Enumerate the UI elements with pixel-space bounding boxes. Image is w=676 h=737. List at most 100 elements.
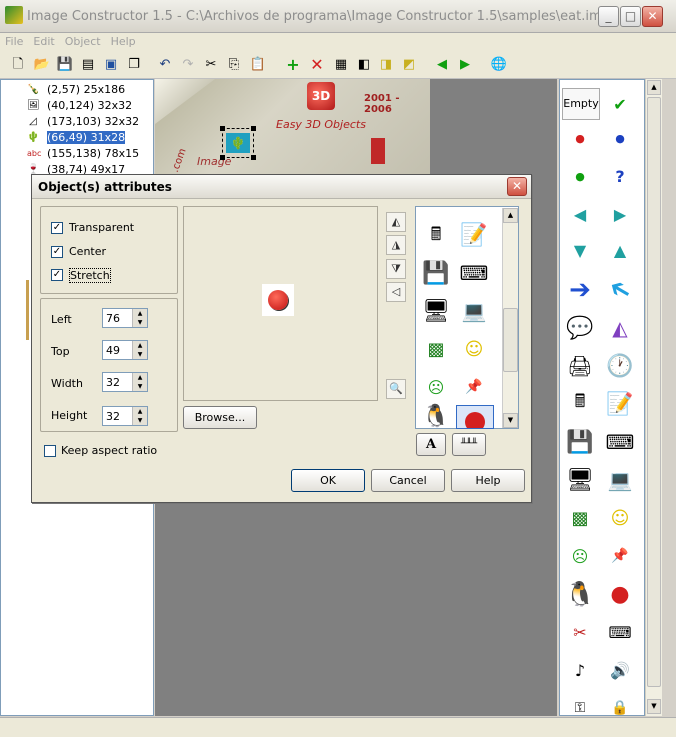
chip-icon[interactable]: ▩ [562, 500, 598, 536]
pin-icon[interactable]: 📌 [456, 369, 492, 405]
send-back-icon[interactable]: ◩ [399, 55, 419, 75]
prev-icon[interactable]: ◀ [432, 55, 452, 75]
menu-file[interactable]: File [0, 33, 28, 48]
small-keyboard-icon[interactable]: ⌨ [602, 614, 638, 650]
penguin-icon[interactable]: 🐧 [562, 576, 598, 612]
scroll-up-button[interactable]: ▲ [647, 80, 661, 95]
add-object-icon[interactable]: + [283, 55, 303, 75]
scroll-down-button[interactable]: ▼ [503, 413, 518, 428]
help-button[interactable]: Help [451, 469, 525, 492]
stepper-arrows[interactable]: ▲ ▼ [132, 309, 147, 327]
scroll-down-button[interactable]: ▼ [647, 699, 661, 714]
arrow-up-icon[interactable]: ▲ [602, 232, 638, 268]
maximize-button[interactable]: □ [620, 6, 641, 27]
properties-icon[interactable]: ▤ [78, 55, 98, 75]
keyboard-icon[interactable]: ⌨ [602, 424, 638, 460]
smiley-icon[interactable]: ☺ [602, 500, 638, 536]
check-icon[interactable]: ✔ [602, 86, 638, 122]
delete-object-icon[interactable]: ✕ [307, 55, 327, 75]
top-stepper[interactable]: 49 ▲ ▼ [102, 340, 148, 360]
help-bubble-icon[interactable]: 💬 [562, 310, 598, 346]
rotate-icon[interactable]: ◮ [386, 235, 406, 255]
height-stepper[interactable]: 32 ▲ ▼ [102, 406, 148, 426]
arrow-down-icon[interactable]: ▼ [562, 232, 598, 268]
red-dot-icon[interactable]: ● [562, 120, 598, 156]
transparent-checkbox[interactable]: ✓ [51, 222, 63, 234]
globe-icon[interactable]: 🌐 [489, 55, 509, 75]
selected-red-button[interactable] [456, 405, 494, 429]
calculator-icon[interactable]: 🖩 [562, 386, 598, 422]
scroll-thumb[interactable] [647, 97, 661, 687]
redo-icon[interactable]: ↷ [178, 55, 198, 75]
printer-icon[interactable]: 🖨 [562, 348, 598, 384]
note-icon[interactable]: 📝 [602, 386, 638, 422]
font-button[interactable]: A [416, 433, 446, 456]
cancel-button[interactable]: Cancel [371, 469, 445, 492]
dialog-palette-scrollbar[interactable]: ▲ ▼ [502, 208, 518, 428]
copy-image-icon[interactable]: ❐ [124, 55, 144, 75]
new-icon[interactable]: 🗋 [8, 55, 28, 75]
arrow-left-icon[interactable]: ◀ [562, 196, 598, 232]
tree-item[interactable]: ◿ (173,103) 32x32 [1, 114, 153, 130]
export-icon[interactable]: ▣ [101, 55, 121, 75]
next-icon[interactable]: ▶ [455, 55, 475, 75]
open-icon[interactable]: 📂 [32, 55, 52, 75]
list-icon[interactable]: ▦ [331, 55, 351, 75]
keep-aspect-checkbox[interactable] [44, 445, 56, 457]
shapes-icon[interactable]: ◭ [602, 310, 638, 346]
question-icon[interactable]: ? [602, 158, 638, 194]
computer-icon[interactable]: 🖥 [562, 462, 598, 498]
flip-vertical-icon[interactable]: ◁ [386, 282, 406, 302]
floppy-icon[interactable]: 💾 [418, 255, 454, 291]
menu-object[interactable]: Object [60, 33, 106, 48]
width-stepper[interactable]: 32 ▲ ▼ [102, 372, 148, 392]
stepper-arrows[interactable]: ▲ ▼ [132, 407, 147, 425]
tree-item[interactable]: abc (155,138) 78x15 [1, 146, 153, 162]
smiley-icon[interactable]: ☺ [456, 331, 492, 367]
music-icon[interactable]: ♪ [562, 652, 598, 688]
palette-scrollbar[interactable]: ▲ ▼ [645, 79, 662, 716]
floppy-icon[interactable]: 💾 [562, 424, 598, 460]
sad-face-icon[interactable]: ☹ [562, 538, 598, 574]
tree-item[interactable]: 🖼 (40,124) 32x32 [1, 98, 153, 114]
tree-item-selected[interactable]: 🌵 (66,49) 31x28 [1, 130, 153, 146]
selected-object[interactable]: 🌵 [220, 126, 256, 160]
big-arrow-left-icon[interactable]: ➔ [595, 265, 644, 314]
bring-front-icon[interactable]: ◨ [376, 55, 396, 75]
minimize-button[interactable]: _ [598, 6, 619, 27]
stepper-arrows[interactable]: ▲ ▼ [132, 373, 147, 391]
undo-icon[interactable]: ↶ [155, 55, 175, 75]
calculator-icon[interactable]: 🖩 [418, 219, 454, 255]
paste-icon[interactable]: 📋 [248, 55, 268, 75]
laptop-icon[interactable]: 💻 [602, 462, 638, 498]
center-checkbox[interactable]: ✓ [51, 246, 63, 258]
blue-dot-icon[interactable]: ● [602, 120, 638, 156]
big-arrow-right-icon[interactable]: ➔ [562, 272, 598, 308]
flip-horizontal-icon[interactable]: ◭ [386, 212, 406, 232]
note-icon[interactable]: 📝 [456, 217, 492, 253]
stepper-arrows[interactable]: ▲ ▼ [132, 341, 147, 359]
scissors-icon[interactable]: ✂ [562, 614, 598, 650]
computer-icon[interactable]: 🖥 [418, 293, 454, 329]
clock-icon[interactable]: 🕐 [602, 348, 638, 384]
speaker-icon[interactable]: 🔊 [602, 652, 638, 688]
penguin-icon[interactable]: 🐧 [418, 403, 454, 429]
tree-item[interactable]: 🍾 (2,57) 25x186 [1, 82, 153, 98]
chip-icon[interactable]: ▩ [418, 331, 454, 367]
mirror-icon[interactable]: ⧩ [386, 259, 406, 279]
cut-icon[interactable]: ✂ [201, 55, 221, 75]
red-button-icon[interactable]: ● [602, 576, 638, 612]
scroll-up-button[interactable]: ▲ [503, 208, 518, 223]
green-dot-icon[interactable]: ● [562, 158, 598, 194]
dialog-close-button[interactable]: ✕ [507, 177, 527, 196]
zoom-icon[interactable]: 🔍 [386, 379, 406, 399]
left-stepper[interactable]: 76 ▲ ▼ [102, 308, 148, 328]
image-preview[interactable]: 3D 2001 - 2006 Easy 3D Objects Image .co… [155, 79, 430, 179]
menu-edit[interactable]: Edit [28, 33, 59, 48]
keyboard-icon[interactable]: ⌨ [456, 255, 492, 291]
arrow-right-icon[interactable]: ▶ [602, 196, 638, 232]
stretch-checkbox[interactable]: ✓ [51, 269, 63, 281]
save-icon[interactable]: 💾 [55, 55, 75, 75]
empty-button[interactable]: Empty [562, 88, 600, 120]
ok-button[interactable]: OK [291, 469, 365, 492]
